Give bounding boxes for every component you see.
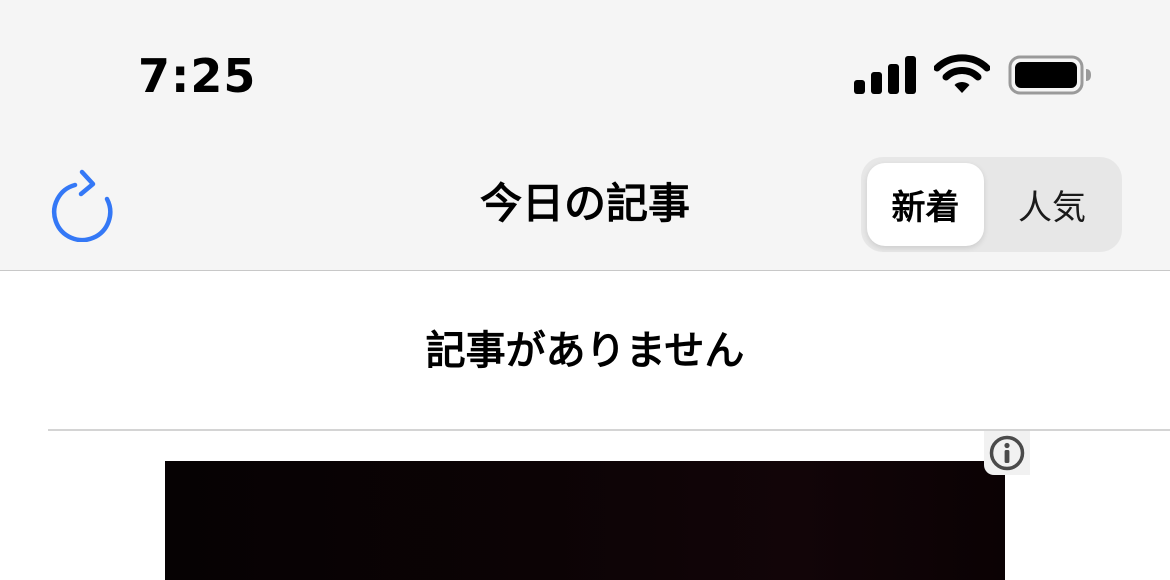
sort-segmented-control: 新着 人気	[861, 157, 1122, 252]
segment-new[interactable]: 新着	[867, 163, 984, 246]
ad-banner-image[interactable]	[165, 461, 1005, 580]
status-bar: 7:25	[0, 0, 1170, 140]
status-time: 7:25	[138, 49, 257, 103]
ad-info-button[interactable]	[984, 431, 1030, 475]
battery-icon	[1008, 55, 1091, 95]
segment-popular[interactable]: 人気	[988, 163, 1116, 246]
info-icon	[989, 435, 1025, 471]
screen: 7:25 今日の記事 新着 人気 記事がありません	[0, 0, 1170, 580]
cellular-signal-icon	[854, 56, 916, 94]
empty-state-message: 記事がありません	[425, 328, 745, 374]
navigation-bar: 今日の記事 新着 人気	[0, 140, 1170, 271]
refresh-icon	[52, 169, 113, 243]
refresh-button[interactable]	[48, 166, 116, 243]
wifi-icon	[934, 54, 990, 93]
